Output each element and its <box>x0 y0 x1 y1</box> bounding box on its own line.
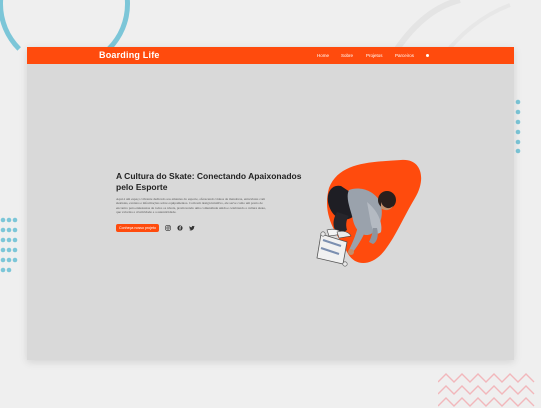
nav-link-sobre[interactable]: Sobre <box>341 53 353 58</box>
decorative-zigzag <box>438 373 535 407</box>
brand-logo[interactable]: Boarding Life <box>99 49 160 62</box>
hero-description: Aqui é um espaço vibrante dedicado aos a… <box>116 197 266 215</box>
navbar: Boarding Life Home Sobre Projetos Parcei… <box>27 47 514 64</box>
nav-link-parceiros[interactable]: Parceiros <box>395 53 414 58</box>
theme-toggle-icon[interactable] <box>426 54 429 57</box>
decorative-dots-right <box>515 99 521 154</box>
facebook-icon[interactable] <box>177 225 183 231</box>
hero-section: A Cultura do Skate: Conectando Apaixonad… <box>27 64 514 360</box>
nav-link-home[interactable]: Home <box>317 53 329 58</box>
instagram-icon[interactable] <box>165 225 171 231</box>
skater-illustration <box>316 185 396 267</box>
cta-row: Conheça nosso projeto <box>116 224 195 232</box>
hero-title: A Cultura do Skate: Conectando Apaixonad… <box>116 171 302 192</box>
decorative-dots-left <box>0 217 18 273</box>
website-frame: Boarding Life Home Sobre Projetos Parcei… <box>27 47 514 360</box>
twitter-icon[interactable] <box>188 225 195 231</box>
nav-link-projetos[interactable]: Projetos <box>366 53 383 58</box>
cta-button[interactable]: Conheça nosso projeto <box>116 224 159 232</box>
